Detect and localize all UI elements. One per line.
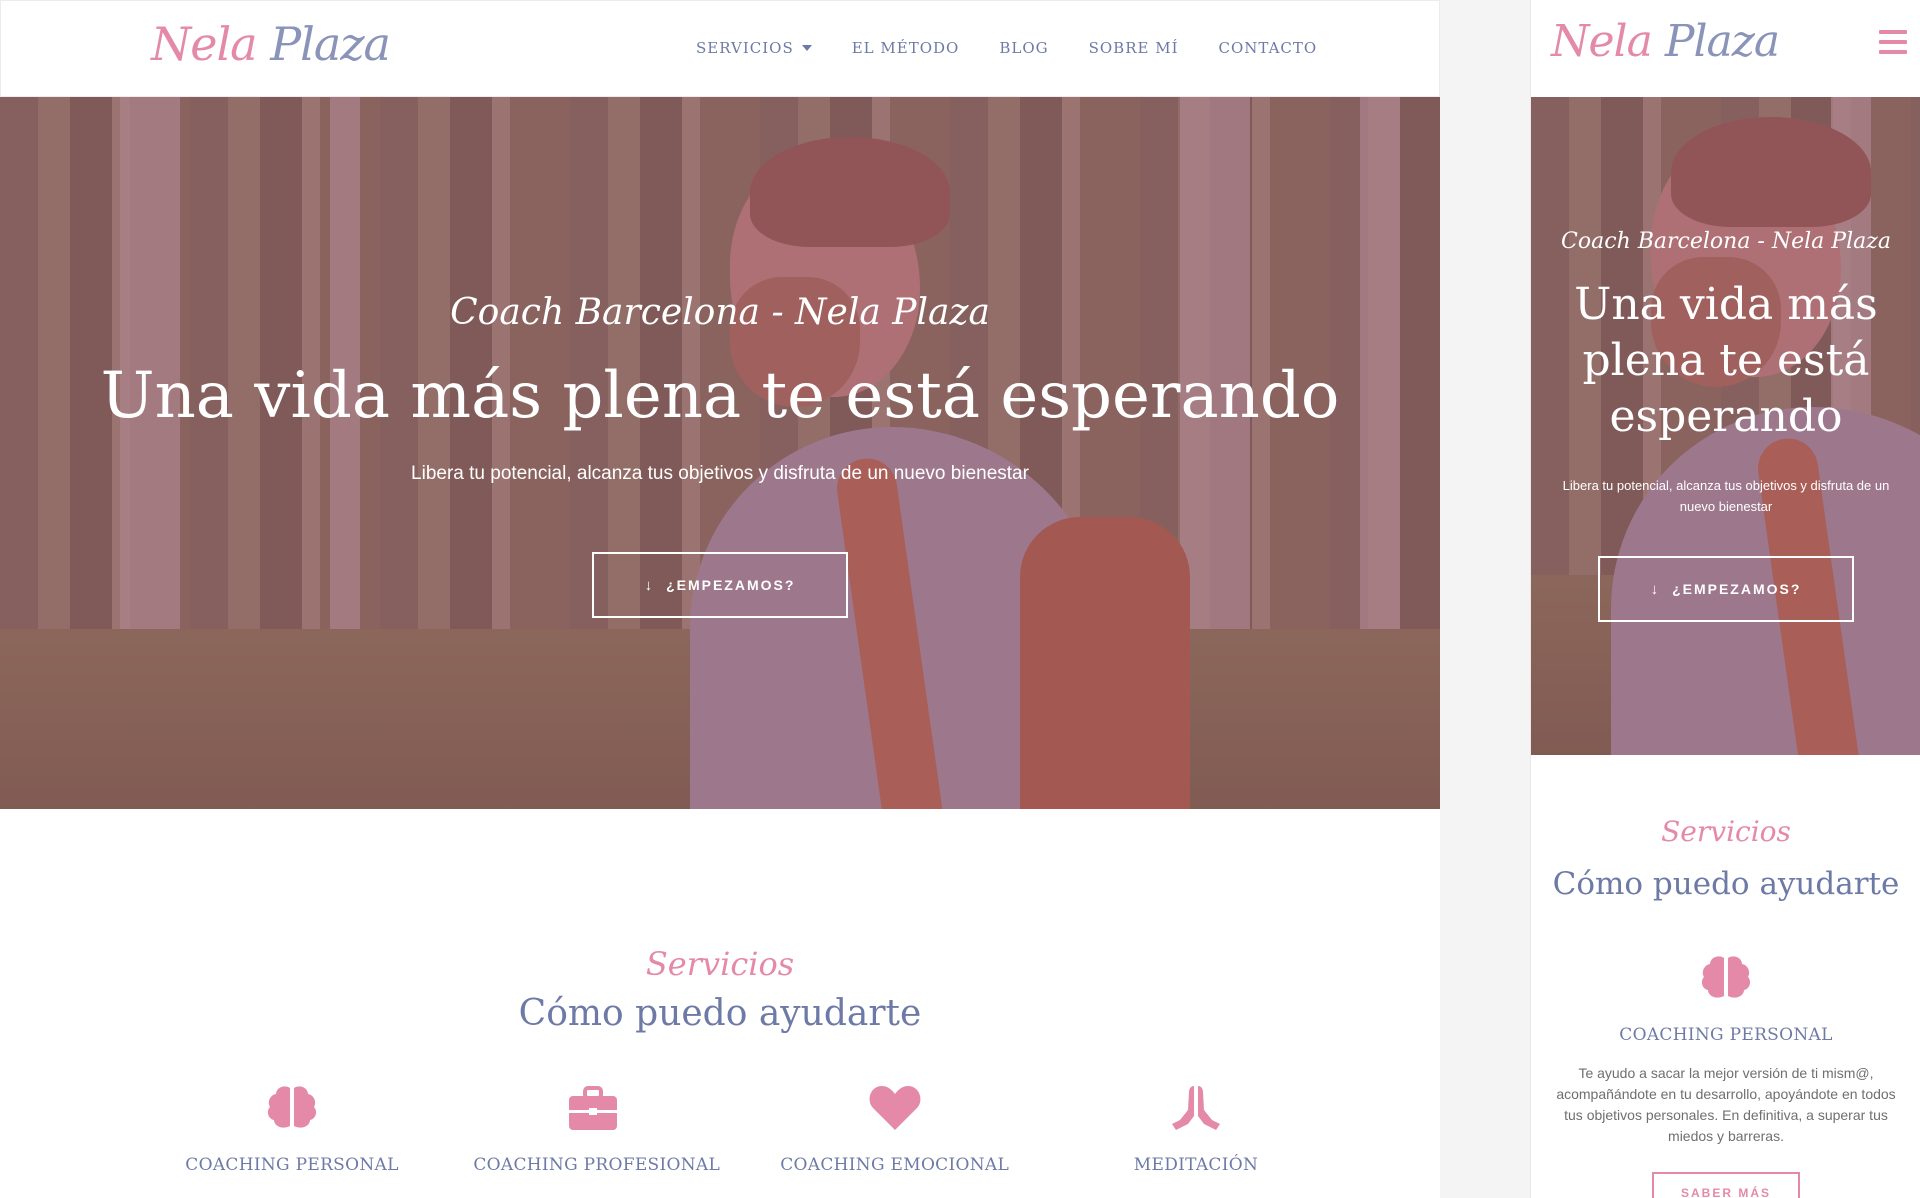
- logo-text-first: Nela: [1551, 16, 1653, 67]
- saber-mas-button[interactable]: SABER MÁS: [1652, 1172, 1800, 1198]
- praying-hands-icon: [1171, 1086, 1220, 1130]
- hero-title: Una vida más plena te está esperando: [1574, 279, 1878, 442]
- cta-label: ¿EMPEZAMOS?: [1672, 581, 1802, 597]
- site-logo[interactable]: Nela Plaza: [1551, 20, 1780, 64]
- service-text-cut: [775, 1191, 1015, 1198]
- site-header: Nela Plaza SERVICIOS EL MÉTODO BLOG SOBR…: [0, 0, 1440, 97]
- logo-text-second: Plaza: [270, 17, 391, 71]
- service-name: MEDITACIÓN: [1133, 1155, 1259, 1175]
- services-title: Cómo puedo ayudarte: [1552, 866, 1900, 902]
- hero-color-overlay: [0, 97, 1440, 809]
- service-card[interactable]: COACHING EMOCIONAL: [775, 1080, 1015, 1198]
- logo-text-first: Nela: [151, 17, 258, 71]
- site-logo[interactable]: Nela Plaza: [151, 21, 391, 67]
- hero-section: Coach Barcelona - Nela Plaza Una vida má…: [0, 97, 1440, 809]
- hero-lead: Libera tu potencial, alcanza tus objetiv…: [1562, 478, 1890, 514]
- briefcase-icon: [569, 1086, 618, 1130]
- nav-label: SERVICIOS: [696, 39, 794, 57]
- service-name: COACHING PERSONAL: [185, 1155, 399, 1175]
- services-grid: COACHING PERSONAL COACHING PROFESIONAL C…: [172, 1080, 1316, 1198]
- nav-item-sobre-mi[interactable]: SOBRE MÍ: [1089, 39, 1179, 57]
- cta-button[interactable]: ↓ ¿EMPEZAMOS?: [1598, 556, 1854, 622]
- hero-subtitle: Coach Barcelona - Nela Plaza: [450, 292, 990, 333]
- heart-icon: [869, 1086, 921, 1130]
- service-card[interactable]: COACHING PERSONAL: [172, 1080, 412, 1198]
- logo-text-second: Plaza: [1664, 16, 1780, 67]
- service-text-cut: [1076, 1191, 1316, 1198]
- service-card[interactable]: MEDITACIÓN: [1076, 1080, 1316, 1198]
- hamburger-menu-icon[interactable]: [1879, 30, 1907, 58]
- desktop-view: Nela Plaza SERVICIOS EL MÉTODO BLOG SOBR…: [0, 0, 1440, 1198]
- arrow-down-icon: ↓: [644, 576, 655, 594]
- brain-icon: [1701, 956, 1751, 998]
- nav-item-contacto[interactable]: CONTACTO: [1219, 39, 1318, 57]
- mobile-view: Nela Plaza Coach Barcelona - Nela Plaza …: [1530, 0, 1920, 1198]
- services-kicker: Servicios: [1661, 815, 1791, 848]
- nav-item-blog[interactable]: BLOG: [999, 39, 1048, 57]
- hero-subtitle: Coach Barcelona - Nela Plaza: [1561, 229, 1891, 254]
- service-description: Te ayudo a sacar la mejor versión de ti …: [1556, 1065, 1896, 1144]
- arrow-down-icon: ↓: [1650, 580, 1661, 598]
- nav-item-el-metodo[interactable]: EL MÉTODO: [852, 39, 960, 57]
- hero-title: Una vida más plena te está esperando: [100, 359, 1340, 433]
- main-navigation: SERVICIOS EL MÉTODO BLOG SOBRE MÍ CONTAC…: [696, 39, 1317, 57]
- mobile-service-card: COACHING PERSONAL Te ayudo a sacar la me…: [1531, 950, 1920, 1147]
- brain-icon: [267, 1086, 317, 1128]
- caret-down-icon: [801, 45, 812, 51]
- service-name: COACHING PERSONAL: [1619, 1025, 1833, 1045]
- service-text-cut: [473, 1191, 713, 1198]
- cta-button[interactable]: ↓ ¿EMPEZAMOS?: [592, 552, 848, 618]
- service-text-cut: [172, 1191, 412, 1198]
- services-kicker: Servicios: [645, 945, 795, 983]
- service-name: COACHING PROFESIONAL: [473, 1155, 721, 1175]
- mobile-header: Nela Plaza: [1531, 0, 1920, 97]
- service-card[interactable]: COACHING PROFESIONAL: [473, 1080, 721, 1198]
- cta-label: ¿EMPEZAMOS?: [666, 577, 796, 593]
- nav-item-servicios[interactable]: SERVICIOS: [696, 39, 812, 57]
- mobile-hero-section: Coach Barcelona - Nela Plaza Una vida má…: [1531, 97, 1920, 755]
- hero-lead: Libera tu potencial, alcanza tus objetiv…: [411, 463, 1029, 484]
- service-name: COACHING EMOCIONAL: [780, 1155, 1010, 1175]
- services-title: Cómo puedo ayudarte: [518, 993, 922, 1034]
